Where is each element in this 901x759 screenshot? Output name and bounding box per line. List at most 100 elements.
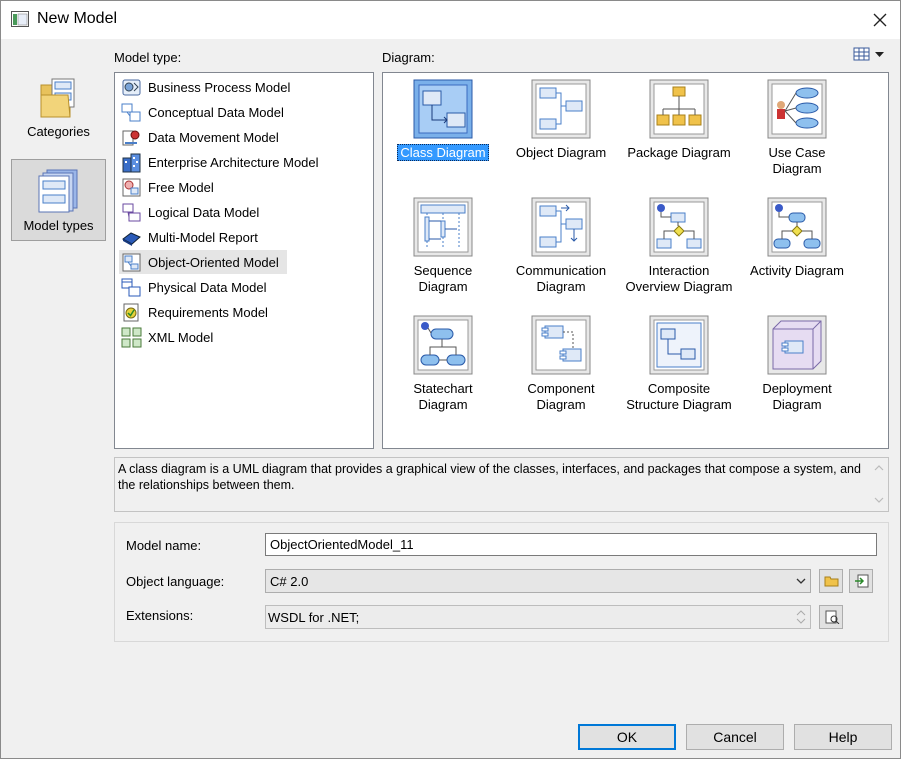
diagram-item-class[interactable]: Class Diagram bbox=[384, 74, 502, 184]
model-type-label-text: Free Model bbox=[148, 179, 214, 195]
diagram-label-line1: Communication bbox=[515, 263, 607, 278]
model-type-list[interactable]: Business Process Model Conceptual Data M… bbox=[114, 72, 374, 449]
diagram-description: A class diagram is a UML diagram that pr… bbox=[114, 457, 889, 512]
select-extensions-button[interactable] bbox=[819, 605, 843, 629]
model-type-label: Model type: bbox=[114, 50, 182, 65]
model-types-icon bbox=[38, 169, 78, 213]
conceptual-data-icon bbox=[121, 103, 141, 121]
diagram-label-line2: Overview Diagram bbox=[625, 279, 733, 294]
business-process-icon bbox=[122, 79, 141, 95]
physical-data-icon bbox=[121, 278, 141, 296]
model-type-item[interactable]: Requirements Model bbox=[119, 300, 287, 324]
model-type-item-selected[interactable]: Object-Oriented Model bbox=[119, 250, 287, 274]
diagram-label-line1: Class Diagram bbox=[397, 144, 489, 161]
new-model-dialog: New Model Categories Model types Model t… bbox=[0, 0, 901, 759]
close-icon[interactable] bbox=[867, 7, 893, 33]
help-button[interactable]: Help bbox=[794, 724, 892, 750]
model-type-item[interactable]: XML Model bbox=[119, 325, 287, 349]
model-type-label-text: Requirements Model bbox=[148, 304, 268, 320]
diagram-label-line2: Diagram bbox=[772, 161, 822, 176]
free-model-icon bbox=[122, 178, 141, 196]
nav-model-types[interactable]: Model types bbox=[11, 159, 106, 241]
model-type-item[interactable]: Free Model bbox=[119, 175, 287, 199]
diagram-item-activity[interactable]: Activity Diagram bbox=[738, 192, 856, 302]
extensions-field[interactable]: WSDL for .NET; bbox=[265, 605, 811, 629]
ok-button[interactable]: OK bbox=[578, 724, 676, 750]
diagram-item-sequence[interactable]: Sequence Diagram bbox=[384, 192, 502, 302]
diagram-label: Diagram: bbox=[382, 50, 435, 65]
object-diagram-icon bbox=[531, 79, 591, 139]
model-type-item[interactable]: Conceptual Data Model bbox=[119, 100, 287, 124]
spinner-icon[interactable] bbox=[793, 607, 809, 627]
diagram-label-line2: Diagram bbox=[772, 397, 822, 412]
model-name-label: Model name: bbox=[126, 538, 202, 553]
model-type-item[interactable]: Enterprise Architecture Model bbox=[119, 150, 319, 174]
diagram-label-line1: Object Diagram bbox=[515, 145, 607, 160]
extensions-label: Extensions: bbox=[126, 608, 194, 623]
requirements-icon bbox=[123, 303, 139, 321]
class-diagram-icon bbox=[413, 79, 473, 139]
cancel-button[interactable]: Cancel bbox=[686, 724, 784, 750]
object-language-label: Object language: bbox=[126, 574, 225, 589]
folder-icon bbox=[40, 78, 75, 118]
nav-categories[interactable]: Categories bbox=[11, 69, 106, 149]
diagram-label-line2: Diagram bbox=[536, 397, 586, 412]
window-app-icon bbox=[11, 11, 29, 27]
statechart-diagram-icon bbox=[413, 315, 473, 375]
logical-data-icon bbox=[122, 203, 141, 221]
diagram-label-line1: Statechart bbox=[413, 381, 473, 396]
model-type-label-text: Enterprise Architecture Model bbox=[148, 154, 319, 170]
diagram-label-line1: Use Case bbox=[768, 145, 826, 160]
diagram-label-line1: Sequence bbox=[413, 263, 473, 278]
description-text: A class diagram is a UML diagram that pr… bbox=[118, 462, 861, 492]
model-type-label-text: Object-Oriented Model bbox=[148, 254, 279, 270]
import-file-icon bbox=[855, 574, 869, 588]
sequence-diagram-icon bbox=[413, 197, 473, 257]
deployment-diagram-icon bbox=[767, 315, 827, 375]
diagram-item-interaction-overview[interactable]: Interaction Overview Diagram bbox=[620, 192, 738, 302]
model-type-label-text: Physical Data Model bbox=[148, 279, 267, 295]
model-type-item[interactable]: Multi-Model Report bbox=[119, 225, 287, 249]
component-diagram-icon bbox=[531, 315, 591, 375]
diagram-item-object[interactable]: Object Diagram bbox=[502, 74, 620, 184]
object-language-select[interactable]: C# 2.0 bbox=[265, 569, 811, 593]
enterprise-architecture-icon bbox=[122, 153, 141, 172]
diagram-label-line1: Interaction bbox=[648, 263, 710, 278]
data-movement-icon bbox=[122, 130, 140, 145]
diagram-label-line1: Composite bbox=[647, 381, 711, 396]
model-type-item[interactable]: Data Movement Model bbox=[119, 125, 287, 149]
nav-model-types-label: Model types bbox=[23, 218, 94, 233]
diagram-item-composite-structure[interactable]: Composite Structure Diagram bbox=[620, 310, 738, 420]
folder-open-icon bbox=[824, 576, 839, 587]
diagram-label-line2: Diagram bbox=[536, 279, 586, 294]
package-diagram-icon bbox=[649, 79, 709, 139]
description-scrollbar[interactable] bbox=[870, 458, 888, 511]
model-type-label-text: Logical Data Model bbox=[148, 204, 260, 220]
diagram-item-statechart[interactable]: Statechart Diagram bbox=[384, 310, 502, 420]
activity-diagram-icon bbox=[767, 197, 827, 257]
chevron-down-icon bbox=[796, 578, 806, 584]
diagram-label-line2: Structure Diagram bbox=[626, 397, 732, 412]
object-language-value: C# 2.0 bbox=[270, 574, 309, 589]
diagram-label-line2: Diagram bbox=[418, 279, 468, 294]
diagram-item-package[interactable]: Package Diagram bbox=[620, 74, 738, 184]
model-type-item[interactable]: Physical Data Model bbox=[119, 275, 287, 299]
report-book-icon bbox=[122, 231, 141, 246]
composite-structure-icon bbox=[649, 315, 709, 375]
title-bar: New Model bbox=[1, 1, 900, 39]
import-language-button[interactable] bbox=[849, 569, 873, 593]
diagram-pane[interactable]: Class Diagram Object Diagram Package Dia… bbox=[382, 72, 889, 449]
diagram-item-component[interactable]: Component Diagram bbox=[502, 310, 620, 420]
diagram-item-communication[interactable]: Communication Diagram bbox=[502, 192, 620, 302]
view-options-icon[interactable] bbox=[853, 46, 887, 64]
model-name-field[interactable] bbox=[265, 533, 877, 556]
xml-model-icon bbox=[121, 327, 142, 347]
diagram-item-use-case[interactable]: Use Case Diagram bbox=[738, 74, 856, 184]
model-type-label-text: Multi-Model Report bbox=[148, 229, 258, 245]
browse-folder-button[interactable] bbox=[819, 569, 843, 593]
nav-categories-label: Categories bbox=[27, 124, 90, 139]
diagram-item-deployment[interactable]: Deployment Diagram bbox=[738, 310, 856, 420]
diagram-label-line1: Deployment bbox=[762, 381, 832, 396]
model-type-item[interactable]: Logical Data Model bbox=[119, 200, 287, 224]
model-type-item[interactable]: Business Process Model bbox=[119, 75, 290, 99]
